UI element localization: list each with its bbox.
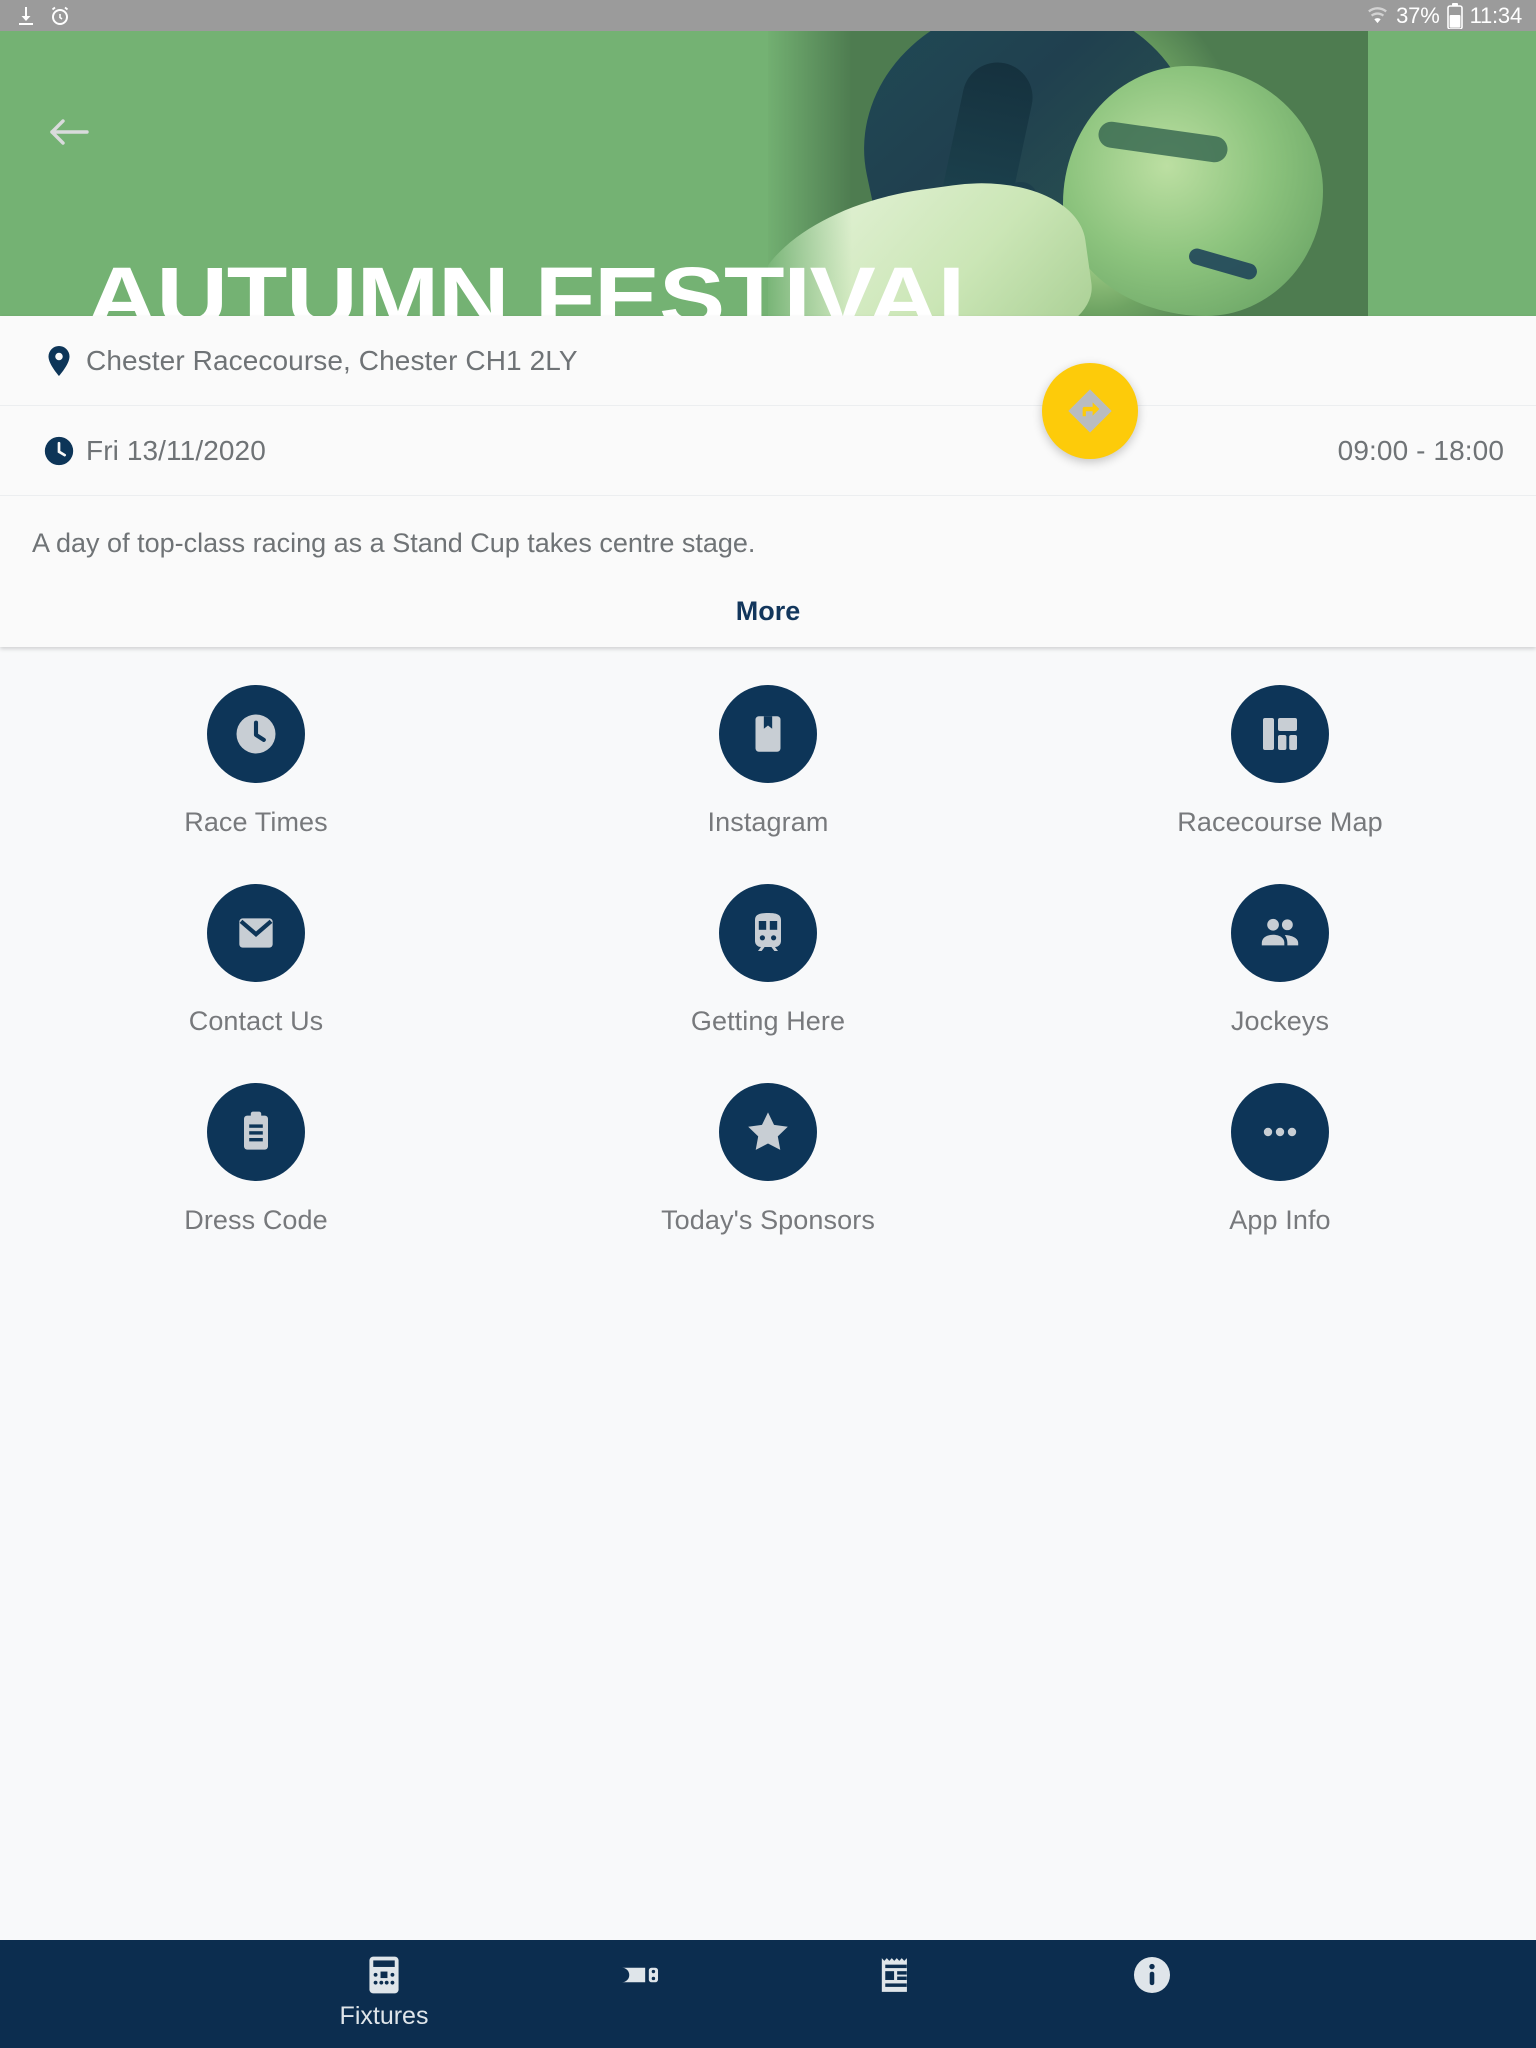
back-arrow-icon (50, 119, 89, 145)
grid-tile-todays-sponsors[interactable]: Today's Sponsors (512, 1083, 1024, 1236)
event-info-card: Chester Racecourse, Chester CH1 2LY Fri … (0, 316, 1536, 647)
grid-tile-circle (1231, 685, 1329, 783)
clock-icon (236, 714, 276, 754)
status-bar-right-icons: 37% 11:34 (1366, 2, 1523, 29)
hero-title: AUTUMN FESTIVAL (86, 250, 998, 316)
battery-percent-label: 37% (1396, 2, 1440, 28)
grid-tile-circle (1231, 884, 1329, 982)
grid-tile-circle (1231, 1083, 1329, 1181)
event-description: A day of top-class racing as a Stand Cup… (32, 528, 756, 558)
grid-tile-circle (719, 685, 817, 783)
nav-item-fixtures[interactable]: Fixtures (256, 1940, 512, 2031)
grid-tile-race-times[interactable]: Race Times (0, 685, 512, 838)
grid-tile-instagram[interactable]: Instagram (512, 685, 1024, 838)
grid-tile-label: Jockeys (1230, 1006, 1330, 1036)
star-icon (748, 1112, 788, 1150)
location-icon-wrap (32, 343, 86, 379)
grid-tile-label: App Info (1229, 1205, 1331, 1235)
grid-tile-racecourse-map[interactable]: Racecourse Map (1024, 685, 1536, 838)
grid-tile-circle (719, 1083, 817, 1181)
grid-tile-getting-here[interactable]: Getting Here (512, 884, 1024, 1037)
nav-item-tickets[interactable] (512, 1940, 768, 2002)
mail-envelope-icon (239, 918, 273, 948)
more-button[interactable]: More (0, 596, 1536, 627)
fixtures-calendar-icon (369, 1956, 399, 1994)
event-time-label: 09:00 - 18:00 (1337, 434, 1504, 466)
back-button[interactable] (38, 106, 100, 158)
people-group-icon (1261, 918, 1299, 946)
grid-tile-dress-code[interactable]: Dress Code (0, 1083, 512, 1236)
nav-item-label: Fixtures (339, 2002, 429, 2030)
train-icon (755, 913, 781, 951)
grid-tile-label: Instagram (707, 807, 829, 837)
bottom-navigation-bar: Fixtures (0, 1940, 1536, 2048)
status-bar: 37% 11:34 (0, 0, 1536, 31)
info-icon (1133, 1956, 1171, 1994)
grid-tile-label: Racecourse Map (1177, 807, 1383, 837)
hero-banner: AUTUMN FESTIVAL (0, 31, 1536, 316)
book-bookmark-icon (755, 716, 781, 752)
location-row[interactable]: Chester Racecourse, Chester CH1 2LY (0, 316, 1536, 406)
grid-tile-label: Dress Code (184, 1205, 328, 1235)
location-label: Chester Racecourse, Chester CH1 2LY (86, 344, 578, 376)
notes-calendar-icon (881, 1958, 907, 1992)
grid-tile-label: Contact Us (188, 1006, 324, 1036)
more-dots-icon (1263, 1127, 1297, 1137)
grid-tile-label: Today's Sponsors (661, 1205, 875, 1235)
grid-tile-circle (207, 884, 305, 982)
wifi-icon (1368, 7, 1388, 24)
clock-icon-wrap (32, 434, 86, 468)
grid-tile-circle (207, 1083, 305, 1181)
grid-tile-app-info[interactable]: App Info (1024, 1083, 1536, 1236)
grid-tile-jockeys[interactable]: Jockeys (1024, 884, 1536, 1037)
battery-icon (1446, 2, 1463, 29)
status-bar-left-icons (14, 4, 72, 28)
clipboard-icon (244, 1111, 268, 1150)
grid-tile-contact-us[interactable]: Contact Us (0, 884, 512, 1037)
feature-grid: Race Times Instagram Racecourse Map Cont… (0, 655, 1536, 1236)
location-pin-icon (48, 345, 70, 376)
grid-tile-circle (719, 884, 817, 982)
download-icon (19, 6, 33, 25)
nav-item-notes[interactable] (768, 1940, 1024, 2002)
clock-icon (44, 436, 74, 465)
datetime-row[interactable]: Fri 13/11/2020 09:00 - 18:00 (0, 406, 1536, 496)
directions-diamond-icon (1068, 389, 1112, 433)
dashboard-grid-icon (1263, 718, 1297, 750)
ticket-icon (621, 1967, 659, 1983)
grid-tile-label: Getting Here (690, 1006, 846, 1036)
directions-fab-button[interactable] (1042, 363, 1138, 459)
grid-tile-label: Race Times (184, 807, 328, 837)
clock-time-label: 11:34 (1469, 2, 1523, 28)
event-date-label: Fri 13/11/2020 (86, 434, 266, 466)
nav-item-info[interactable] (1024, 1940, 1280, 2002)
grid-tile-circle (207, 685, 305, 783)
alarm-icon (51, 6, 69, 25)
